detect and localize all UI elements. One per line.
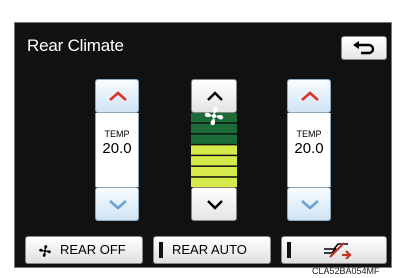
left-temp-down-button[interactable] — [95, 187, 139, 221]
right-temp-value: 20.0 — [294, 140, 324, 157]
screen-title: Rear Climate — [27, 36, 124, 55]
fan-speed-down-button[interactable] — [191, 187, 237, 221]
rear-off-button[interactable]: REAR OFF — [25, 236, 143, 264]
fan-icon — [39, 245, 51, 257]
right-temp-label: TEMP — [296, 129, 322, 139]
fan-icon — [204, 106, 224, 126]
fan-speed-segment — [191, 134, 237, 144]
rear-climate-screen: Rear Climate TEMP 20.0 TEMP 20.0 REAR OF… — [14, 22, 392, 268]
airflow-mode-icon — [324, 242, 352, 259]
figure-caption: CLA52BA054MF — [312, 266, 380, 276]
back-button[interactable] — [341, 36, 387, 60]
rear-auto-label: REAR AUTO — [172, 242, 247, 257]
left-temp-readout: TEMP 20.0 — [95, 113, 139, 187]
fan-speed-control — [191, 79, 237, 221]
rear-auto-button[interactable]: REAR AUTO — [153, 236, 271, 264]
rear-off-label: REAR OFF — [60, 242, 126, 257]
right-temp-down-button[interactable] — [287, 187, 331, 221]
fan-speed-segment — [191, 156, 237, 166]
chevron-up-icon — [301, 91, 319, 101]
left-temp-up-button[interactable] — [95, 79, 139, 113]
left-temperature-control: TEMP 20.0 — [95, 79, 139, 221]
fan-speed-segment — [191, 145, 237, 155]
chevron-down-icon — [109, 200, 127, 210]
right-temperature-control: TEMP 20.0 — [287, 79, 331, 221]
chevron-up-icon — [207, 91, 223, 101]
airflow-mode-button[interactable] — [281, 236, 387, 264]
fan-speed-segment — [191, 177, 237, 187]
rear-auto-indicator — [159, 242, 163, 258]
chevron-down-icon — [301, 200, 319, 210]
return-arrow-icon — [353, 41, 375, 55]
chevron-down-icon — [207, 200, 223, 210]
left-temp-label: TEMP — [104, 129, 130, 139]
left-temp-value: 20.0 — [102, 140, 132, 157]
right-temp-up-button[interactable] — [287, 79, 331, 113]
airflow-mode-indicator — [287, 242, 291, 258]
chevron-up-icon — [109, 91, 127, 101]
right-temp-readout: TEMP 20.0 — [287, 113, 331, 187]
fan-speed-segment — [191, 166, 237, 177]
